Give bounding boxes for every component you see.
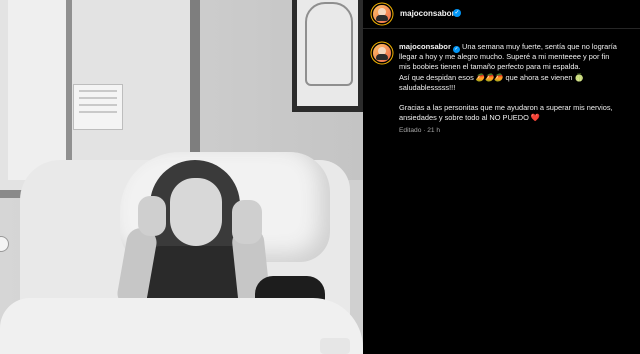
edited-label: Editado bbox=[399, 127, 422, 134]
caption-line: Gracias a las personitas que me ayudaron… bbox=[399, 103, 613, 113]
photo-blanket bbox=[0, 298, 363, 354]
photo-person-face bbox=[170, 178, 222, 246]
post-caption: majoconsabor ✓ Una semana muy fuerte, se… bbox=[399, 42, 627, 123]
caption-line: Una semana muy fuerte, sentía que no log… bbox=[462, 42, 617, 51]
photo-thumbs-up-right bbox=[232, 200, 262, 244]
verified-badge-icon: ✓ bbox=[452, 46, 460, 53]
photo-thumbs-up-left bbox=[138, 196, 166, 236]
caption-line: saludablesssss!!! bbox=[399, 82, 456, 92]
header-avatar[interactable] bbox=[373, 5, 391, 23]
post-meta: Editado · 21 h bbox=[399, 127, 440, 134]
photo-window-frame bbox=[8, 0, 72, 180]
caption-line: llegar a hoy y me alegro mucho. Superé a… bbox=[399, 52, 610, 62]
photo-wall-paper bbox=[73, 84, 123, 130]
photo-device bbox=[320, 338, 350, 354]
caption-line: Así que despidan esos 🥭🥭🥭 que ahora se v… bbox=[399, 72, 584, 82]
photo-frame-art bbox=[305, 2, 353, 86]
verified-badge-icon: ✓ bbox=[453, 9, 461, 17]
caption-line: ansiedades y sobre todo al NO PUEDO ❤️ bbox=[399, 113, 541, 123]
caption-line: mis boobies tienen el tamaño perfecto pa… bbox=[399, 62, 581, 72]
caption-username[interactable]: majoconsabor bbox=[399, 42, 451, 51]
meta-separator: · bbox=[423, 127, 426, 134]
post-sidebar: majoconsabor ✓ majoconsabor ✓ Una semana… bbox=[363, 0, 640, 354]
post-timestamp[interactable]: 21 h bbox=[427, 127, 440, 134]
header-username[interactable]: majoconsabor bbox=[400, 9, 455, 18]
caption-avatar[interactable] bbox=[373, 44, 391, 62]
photo-picture-frame bbox=[292, 0, 363, 112]
post-photo[interactable] bbox=[0, 0, 363, 354]
post-header: majoconsabor ✓ bbox=[363, 0, 640, 29]
